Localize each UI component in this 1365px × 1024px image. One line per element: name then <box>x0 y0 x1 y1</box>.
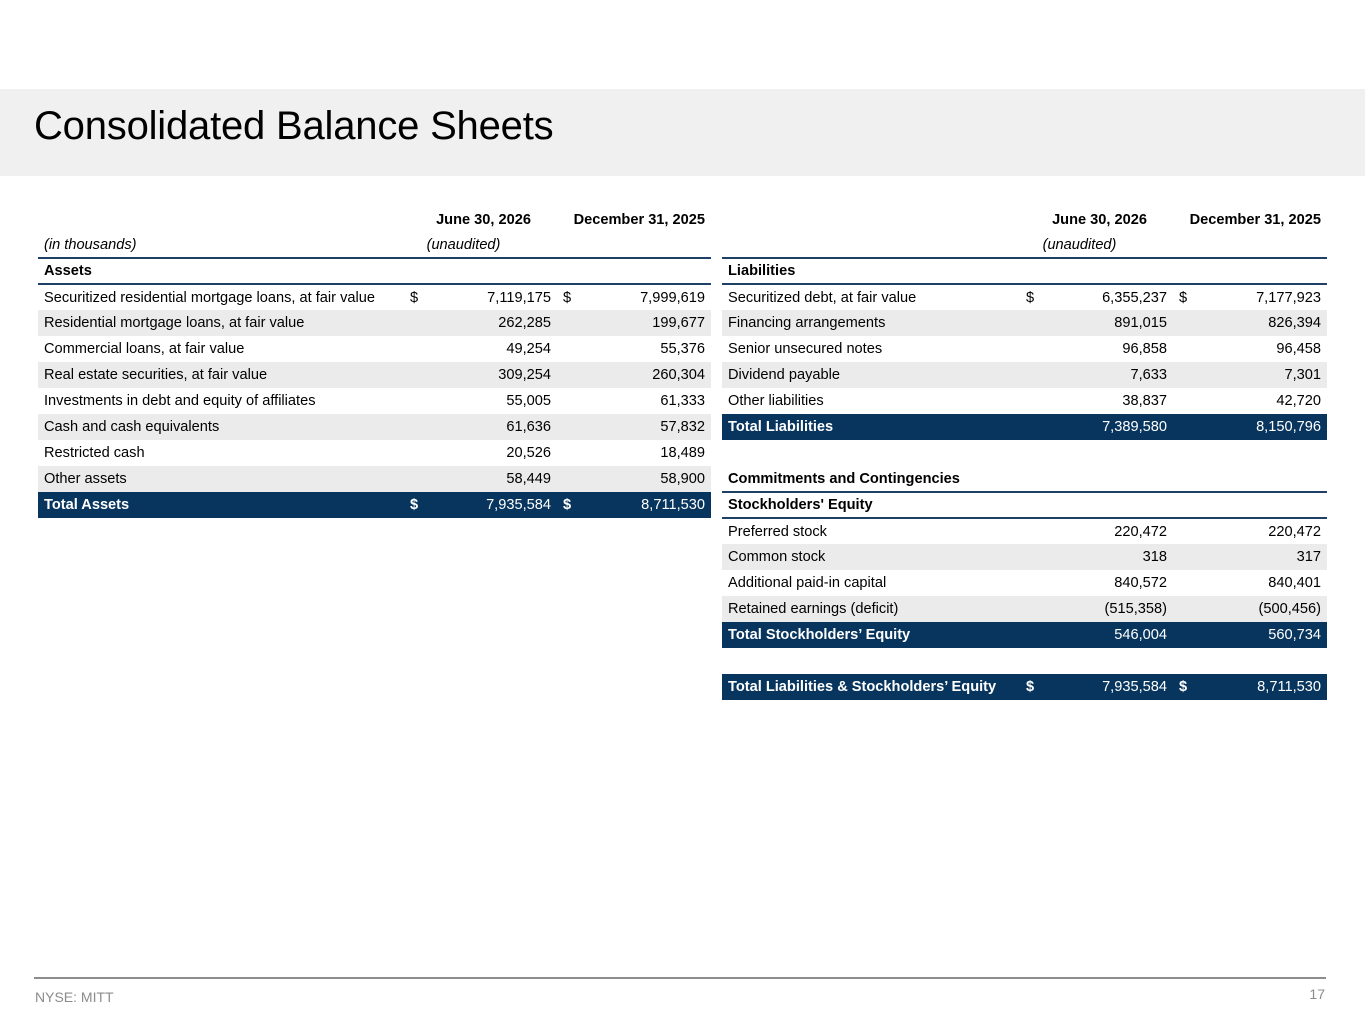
table-row: Securitized residential mortgage loans, … <box>44 289 705 306</box>
table-row: Preferred stock 220,472 220,472 <box>728 523 1321 540</box>
table-row: Financing arrangements 891,015 826,394 <box>722 310 1327 336</box>
commitments-row: Commitments and Contingencies <box>728 470 960 487</box>
units-note: (in thousands) <box>44 237 137 253</box>
table-row: Restricted cash 20,526 18,489 <box>44 445 705 461</box>
total-liabilities-row: Total Liabilities 7,389,580 8,150,796 <box>722 414 1327 440</box>
table-row: Commercial loans, at fair value 49,254 5… <box>44 341 705 357</box>
assets-col2-header: December 31, 2025 <box>573 212 705 228</box>
table-row: Retained earnings (deficit) (515,358) (5… <box>722 596 1327 622</box>
spacer-row <box>722 440 1327 466</box>
table-row: Additional paid-in capital 840,572 840,4… <box>728 575 1321 591</box>
unaudited-note: (unaudited) <box>1042 237 1117 253</box>
assets-col1-header: June 30, 2026 <box>436 212 531 228</box>
total-equity-row: Total Stockholders’ Equity 546,004 560,7… <box>722 622 1327 648</box>
table-row: Cash and cash equivalents 61,636 57,832 <box>38 414 711 440</box>
table-row: Dividend payable 7,633 7,301 <box>722 362 1327 388</box>
table-row: Senior unsecured notes 96,858 96,458 <box>728 341 1321 357</box>
assets-subheader-row: (in thousands) (unaudited) <box>38 233 711 258</box>
table-row: Common stock 318 317 <box>722 544 1327 570</box>
page-number: 17 <box>1309 986 1325 1002</box>
assets-header-row: June 30, 2026 December 31, 2025 <box>38 207 711 233</box>
table-row: Other liabilities 38,837 42,720 <box>728 393 1321 409</box>
page-title: Consolidated Balance Sheets <box>34 104 554 148</box>
table-row: Real estate securities, at fair value 30… <box>38 362 711 388</box>
unaudited-note: (unaudited) <box>426 237 501 253</box>
total-assets-row: Total Assets $ 7,935,584 $ 8,711,530 <box>38 492 711 518</box>
spacer-row <box>722 648 1327 674</box>
liabilities-header-row: June 30, 2026 December 31, 2025 <box>722 207 1327 233</box>
footer-ticker: NYSE: MITT <box>35 989 114 1005</box>
liabilities-subheader-row: (unaudited) <box>722 233 1327 258</box>
grand-total-row: Total Liabilities & Stockholders’ Equity… <box>722 674 1327 700</box>
footer-divider <box>34 977 1326 979</box>
liabilities-col1-header: June 30, 2026 <box>1052 212 1147 228</box>
liabilities-section-header: Liabilities <box>722 257 1327 285</box>
assets-section-header: Assets <box>38 257 711 285</box>
table-row: Residential mortgage loans, at fair valu… <box>38 310 711 336</box>
assets-table: June 30, 2026 December 31, 2025 (in thou… <box>38 207 711 518</box>
liabilities-col2-header: December 31, 2025 <box>1189 212 1321 228</box>
liabilities-table: June 30, 2026 December 31, 2025 (unaudit… <box>722 207 1327 700</box>
table-row: Investments in debt and equity of affili… <box>44 393 705 409</box>
equity-section-header: Stockholders' Equity <box>722 491 1327 519</box>
table-row: Other assets 58,449 58,900 <box>38 466 711 492</box>
table-row: Securitized debt, at fair value $ 6,355,… <box>728 289 1321 306</box>
